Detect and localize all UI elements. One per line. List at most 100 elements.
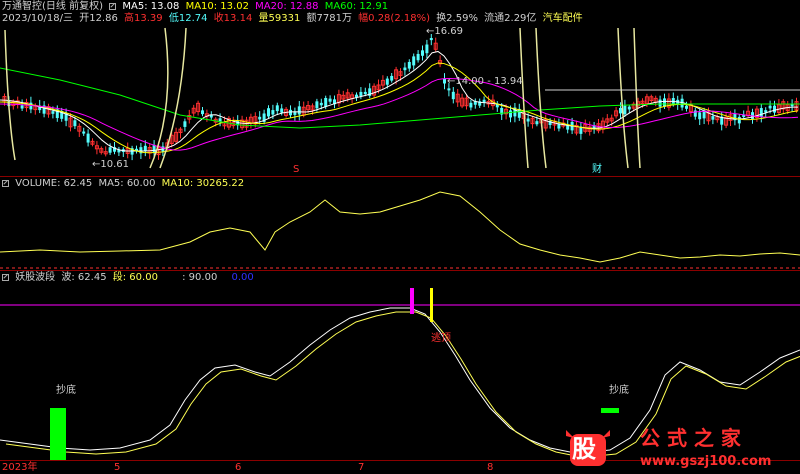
candle-body xyxy=(280,108,284,113)
candle-body xyxy=(271,110,275,115)
indicator-title[interactable]: 妖股波段 xyxy=(15,272,55,283)
top-signal: 逃顶 xyxy=(431,333,451,344)
candle-body xyxy=(759,108,763,117)
x-axis-label-year: 2023年 xyxy=(2,462,38,473)
candle-body xyxy=(526,118,530,122)
candle-body xyxy=(293,112,297,115)
candle-body xyxy=(315,101,319,109)
candle-body xyxy=(768,105,772,109)
high-price-annotation: ←16.69 xyxy=(426,26,464,37)
candle-body xyxy=(535,121,539,125)
cai-marker[interactable]: 财 xyxy=(592,164,602,176)
expand-icon[interactable] xyxy=(2,274,9,281)
candle-body xyxy=(359,91,363,96)
candle-body xyxy=(29,102,33,110)
candle-body xyxy=(773,105,776,113)
watermark-url: www.gszj100.com xyxy=(640,454,772,469)
arc-lines-layer xyxy=(4,27,800,169)
watermark: 股 公 式 之 家 www.gszj100.com xyxy=(560,424,800,474)
moving-average-layer xyxy=(0,50,800,154)
candle-body xyxy=(183,121,187,127)
candle-body xyxy=(258,116,262,120)
level-label: : 90.00 xyxy=(182,272,218,283)
x-axis-label-june: 6 xyxy=(235,462,242,473)
candle-body xyxy=(663,98,666,107)
buy-signal-bar-right xyxy=(601,408,619,413)
candle-body xyxy=(328,98,332,102)
candle-body xyxy=(509,110,512,118)
sell-signal-bar-yellow xyxy=(430,288,433,322)
bo-label: 波: 62.45 xyxy=(61,272,107,283)
candle-body xyxy=(412,56,416,66)
candle-body xyxy=(443,78,446,84)
candle-body xyxy=(86,133,90,143)
candle-body xyxy=(627,106,631,110)
candle-body xyxy=(385,78,389,85)
candle-body xyxy=(82,131,86,134)
candle-body xyxy=(390,75,394,81)
candle-body xyxy=(201,110,204,115)
candle-body xyxy=(557,124,561,129)
candle-body xyxy=(319,102,323,106)
bottom-signal-right: 抄底 xyxy=(609,385,629,396)
candle-body xyxy=(685,105,688,109)
candle-body xyxy=(20,105,24,109)
volume-ma5: MA5: 60.00 xyxy=(98,178,156,189)
duan-label: 段: 60.00 xyxy=(112,272,158,283)
kline-chart[interactable] xyxy=(0,0,800,474)
candle-body xyxy=(403,67,407,71)
watermark-title: 公 式 之 家 xyxy=(640,426,741,450)
candle-body xyxy=(711,116,715,120)
candle-body xyxy=(289,109,292,116)
s-marker[interactable]: S xyxy=(293,164,299,176)
candle-body xyxy=(51,111,55,114)
volume-line-layer xyxy=(0,191,800,269)
ma10-line xyxy=(0,62,799,154)
low-price-annotation: ←10.61 xyxy=(92,159,130,170)
candle-body xyxy=(623,105,627,115)
candle-body xyxy=(469,102,473,108)
zero-label: 0.00 xyxy=(231,272,254,283)
candlestick-layer xyxy=(2,34,799,161)
buy-signal-bar-left xyxy=(50,408,66,460)
ma20-line xyxy=(0,78,799,151)
range-price-annotation: ←14.00 - 13.94 xyxy=(447,76,523,87)
candle-body xyxy=(416,53,420,61)
indicator-header: 妖股波段 波: 62.45 段: 60.00 : 90.00 0.00 xyxy=(2,272,257,284)
arc-line xyxy=(535,27,547,169)
candle-body xyxy=(425,44,429,54)
volume-curve xyxy=(0,191,800,263)
candle-body xyxy=(108,147,112,153)
candle-body xyxy=(407,61,411,69)
panel-separator-2 xyxy=(0,270,800,271)
volume-ma10: MA10: 30265.22 xyxy=(161,178,245,189)
candle-body xyxy=(671,98,675,104)
panel-separator-1 xyxy=(0,176,800,177)
arc-line xyxy=(617,27,629,169)
candle-body xyxy=(73,120,77,127)
candle-body xyxy=(737,116,741,124)
candle-body xyxy=(658,99,662,107)
sell-signal-bar-magenta xyxy=(410,288,414,314)
x-axis-label-may: 5 xyxy=(114,462,121,473)
arc-line xyxy=(633,27,641,169)
x-axis-label-august: 8 xyxy=(487,462,494,473)
candle-body xyxy=(275,105,279,112)
bottom-signal-left: 抄底 xyxy=(56,385,76,396)
volume-title[interactable]: VOLUME: 62.45 xyxy=(15,178,92,189)
x-axis-label-july: 7 xyxy=(358,462,365,473)
candle-body xyxy=(421,50,424,56)
expand-icon[interactable] xyxy=(2,180,9,187)
candle-body xyxy=(363,91,367,95)
candle-body xyxy=(619,107,622,114)
volume-header: VOLUME: 62.45 MA5: 60.00 MA10: 30265.22 xyxy=(2,178,247,190)
candle-body xyxy=(324,97,328,107)
candle-body xyxy=(297,106,301,115)
candle-body xyxy=(429,38,433,41)
candle-body xyxy=(267,108,270,117)
candle-body xyxy=(447,88,451,91)
candle-body xyxy=(698,112,702,120)
watermark-logo-char: 股 xyxy=(572,435,596,463)
candle-body xyxy=(451,91,455,100)
arc-line xyxy=(4,29,16,161)
